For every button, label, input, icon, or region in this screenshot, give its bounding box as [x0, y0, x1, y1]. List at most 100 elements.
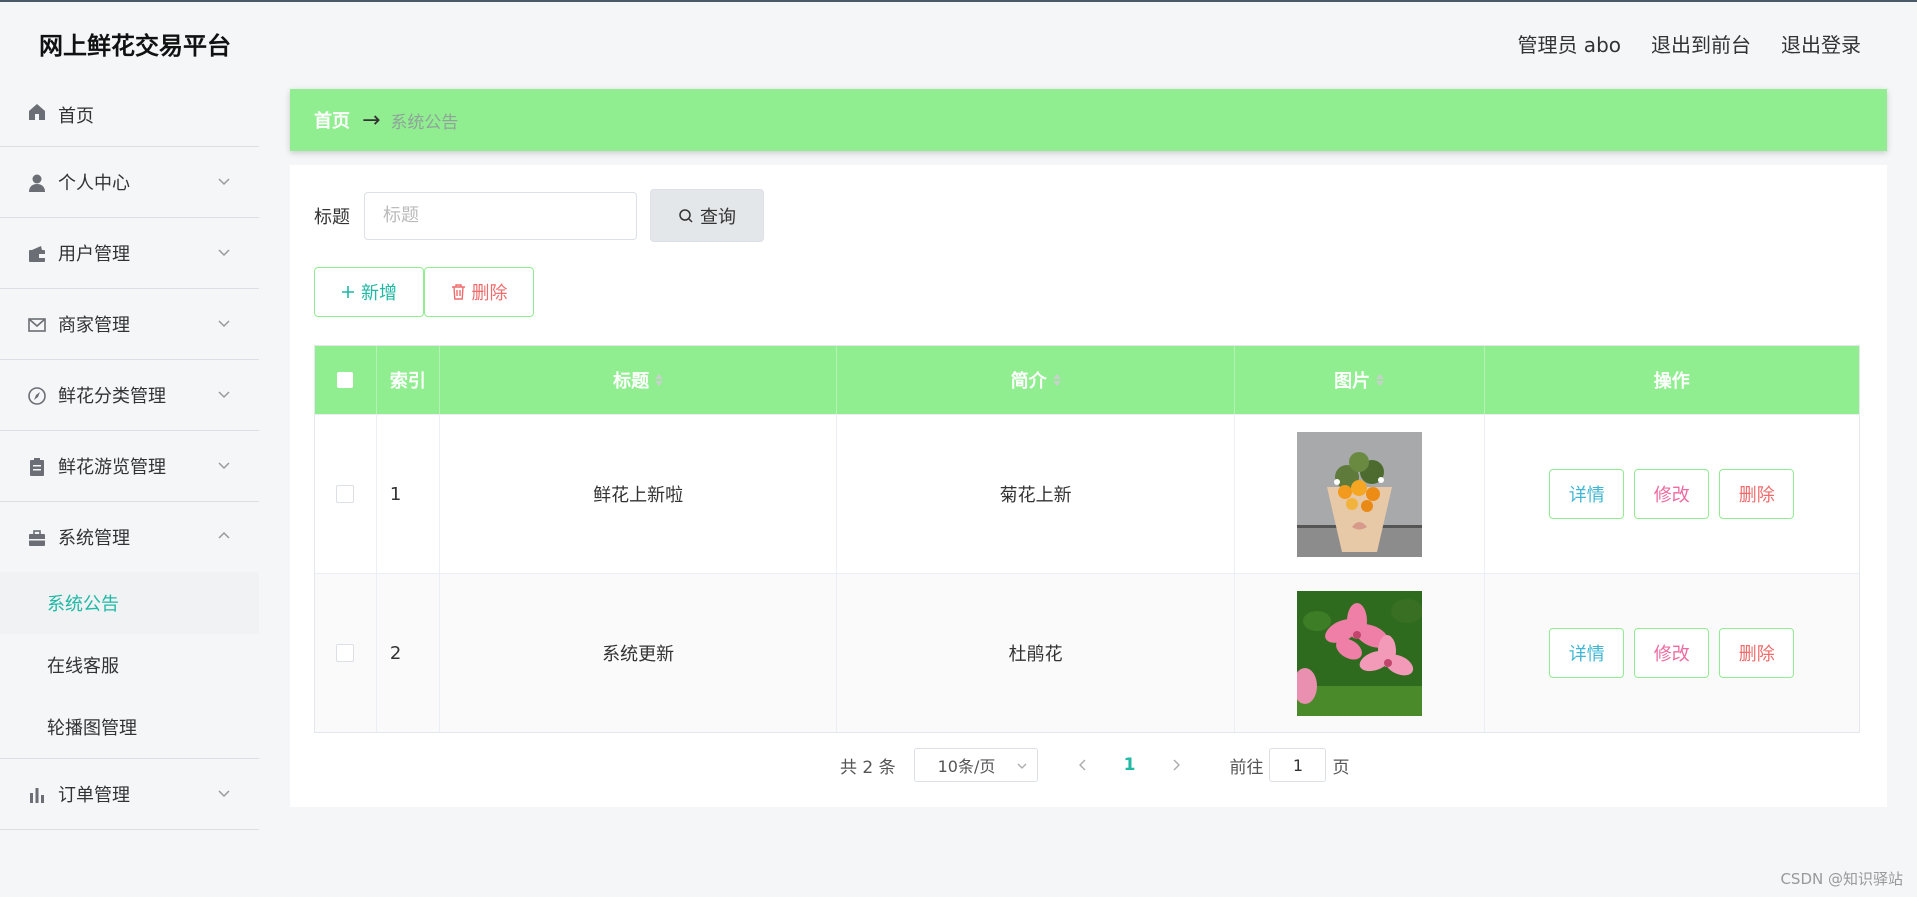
row-image-cell [1235, 574, 1485, 732]
bar-chart-icon [30, 788, 44, 803]
goto-page-input[interactable] [1269, 748, 1327, 782]
submenu-item-announcement[interactable]: 系统公告 [0, 572, 259, 634]
sidebar-item-user-management[interactable]: 用户管理 [0, 218, 259, 289]
batch-delete-button[interactable]: 删除 [424, 267, 534, 317]
plus-icon [342, 286, 354, 298]
row-title: 系统更新 [440, 574, 838, 732]
column-header-label: 标题 [613, 371, 650, 392]
row-select-cell [315, 574, 377, 732]
sort-icon [1376, 374, 1385, 386]
chevron-down-icon [1017, 763, 1027, 769]
sidebar-item-system-management[interactable]: 系统管理 [0, 502, 259, 572]
logout-link[interactable]: 退出登录 [1781, 29, 1861, 58]
column-header-intro[interactable]: 简介 [837, 346, 1235, 414]
add-button[interactable]: 新增 [314, 267, 424, 317]
search-icon [679, 208, 693, 223]
sidebar-item-personal-center[interactable]: 个人中心 [0, 147, 259, 218]
page-suffix: 页 [1332, 757, 1350, 778]
row-intro: 菊花上新 [837, 415, 1235, 573]
row-index: 1 [377, 415, 440, 573]
exit-to-front-link[interactable]: 退出到前台 [1651, 29, 1751, 58]
app-header: 网上鲜花交易平台 管理员 abo 退出到前台 退出登录 [0, 2, 1917, 80]
breadcrumb: 首页 → 系统公告 [290, 89, 1887, 151]
chevron-down-icon [218, 320, 230, 328]
column-header-index: 索引 [377, 346, 440, 414]
delete-button[interactable]: 删除 [1719, 469, 1795, 519]
edit-button[interactable]: 修改 [1634, 628, 1710, 678]
sidebar-item-label: 系统管理 [58, 528, 130, 549]
column-header-label: 简介 [1010, 371, 1047, 392]
sidebar-item-flower-browse[interactable]: 鲜花游览管理 [0, 431, 259, 502]
admin-username[interactable]: 管理员 abo [1517, 29, 1621, 58]
sidebar-item-order-management[interactable]: 订单管理 [0, 759, 259, 830]
sidebar-item-label: 用户管理 [58, 244, 130, 265]
sidebar-item-label: 订单管理 [58, 785, 130, 806]
chevron-down-icon [218, 249, 230, 257]
table-header: 索引 标题 简介 图片 操作 [315, 346, 1859, 414]
sidebar-item-home[interactable]: 首页 [0, 80, 259, 147]
chevron-down-icon [218, 391, 230, 399]
breadcrumb-current: 系统公告 [390, 112, 459, 133]
title-search-input[interactable] [364, 191, 637, 240]
sidebar-item-label: 个人中心 [58, 173, 130, 194]
action-row: 新增 删除 [314, 267, 534, 317]
clipboard-icon [30, 458, 44, 476]
wallet-icon [29, 246, 45, 262]
row-checkbox[interactable] [336, 485, 355, 503]
query-button[interactable]: 查询 [650, 189, 764, 242]
chevron-down-icon [218, 790, 230, 798]
goto-label: 前往 [1229, 757, 1264, 778]
announcement-table: 索引 标题 简介 图片 操作 1 鲜花上新啦 菊花上新 详情 修改 删除 2 系… [314, 345, 1860, 733]
delete-button[interactable]: 删除 [1719, 628, 1795, 678]
sidebar-item-label: 首页 [58, 106, 94, 127]
sidebar-item-label: 鲜花游览管理 [58, 457, 166, 478]
main-content: 标题 查询 新增 删除 索引 标题 简介 [290, 165, 1887, 807]
column-header-image[interactable]: 图片 [1235, 346, 1485, 414]
current-page[interactable]: 1 [1124, 755, 1136, 775]
watermark: CSDN @知识驿站 [1780, 870, 1903, 888]
trash-icon [451, 284, 465, 300]
bouquet-photo[interactable] [1296, 431, 1422, 557]
next-page-button[interactable] [1161, 758, 1191, 772]
edit-button[interactable]: 修改 [1634, 469, 1710, 519]
submenu-item-carousel[interactable]: 轮播图管理 [0, 696, 259, 758]
total-count: 共 2 条 [840, 757, 896, 778]
row-index: 2 [377, 574, 440, 732]
add-button-label: 新增 [361, 283, 397, 304]
sort-icon [655, 374, 664, 386]
row-title: 鲜花上新啦 [440, 415, 838, 573]
query-button-label: 查询 [700, 206, 736, 228]
sidebar-item-flower-category[interactable]: 鲜花分类管理 [0, 360, 259, 431]
azalea-photo[interactable] [1296, 590, 1422, 716]
search-label: 标题 [314, 206, 350, 228]
row-intro: 杜鹃花 [837, 574, 1235, 732]
table-row: 1 鲜花上新啦 菊花上新 详情 修改 删除 [315, 414, 1859, 573]
row-checkbox[interactable] [336, 644, 355, 662]
sidebar-item-label: 鲜花分类管理 [58, 386, 166, 407]
chevron-down-icon [218, 462, 230, 470]
sort-icon [1052, 374, 1061, 386]
breadcrumb-home[interactable]: 首页 [314, 107, 350, 133]
detail-button[interactable]: 详情 [1549, 628, 1625, 678]
arrow-right-icon: → [362, 107, 381, 133]
row-actions: 详情 修改 删除 [1485, 574, 1860, 732]
detail-button[interactable]: 详情 [1549, 469, 1625, 519]
pagination: 共 2 条 10条/页 1 前往 页 [840, 748, 1349, 782]
home-icon [29, 104, 45, 120]
row-select-cell [315, 415, 377, 573]
select-all-checkbox[interactable] [337, 372, 354, 388]
row-actions: 详情 修改 删除 [1485, 415, 1860, 573]
briefcase-icon [29, 530, 45, 546]
column-header-label: 图片 [1334, 371, 1371, 392]
sidebar: 首页 个人中心 用户管理 商家管理 鲜花分类管理 鲜花游览管理 系统管理 系统公… [0, 80, 259, 897]
row-image-cell [1235, 415, 1485, 573]
select-all-cell [315, 346, 377, 414]
prev-page-button[interactable] [1068, 758, 1098, 772]
user-icon [29, 174, 45, 192]
submenu-item-online-service[interactable]: 在线客服 [0, 634, 259, 696]
header-actions: 管理员 abo 退出到前台 退出登录 [1517, 29, 1861, 58]
column-header-title[interactable]: 标题 [440, 346, 838, 414]
page-size-select[interactable]: 10条/页 [913, 748, 1038, 782]
sidebar-item-merchant-management[interactable]: 商家管理 [0, 289, 259, 360]
sidebar-item-label: 商家管理 [58, 315, 130, 336]
